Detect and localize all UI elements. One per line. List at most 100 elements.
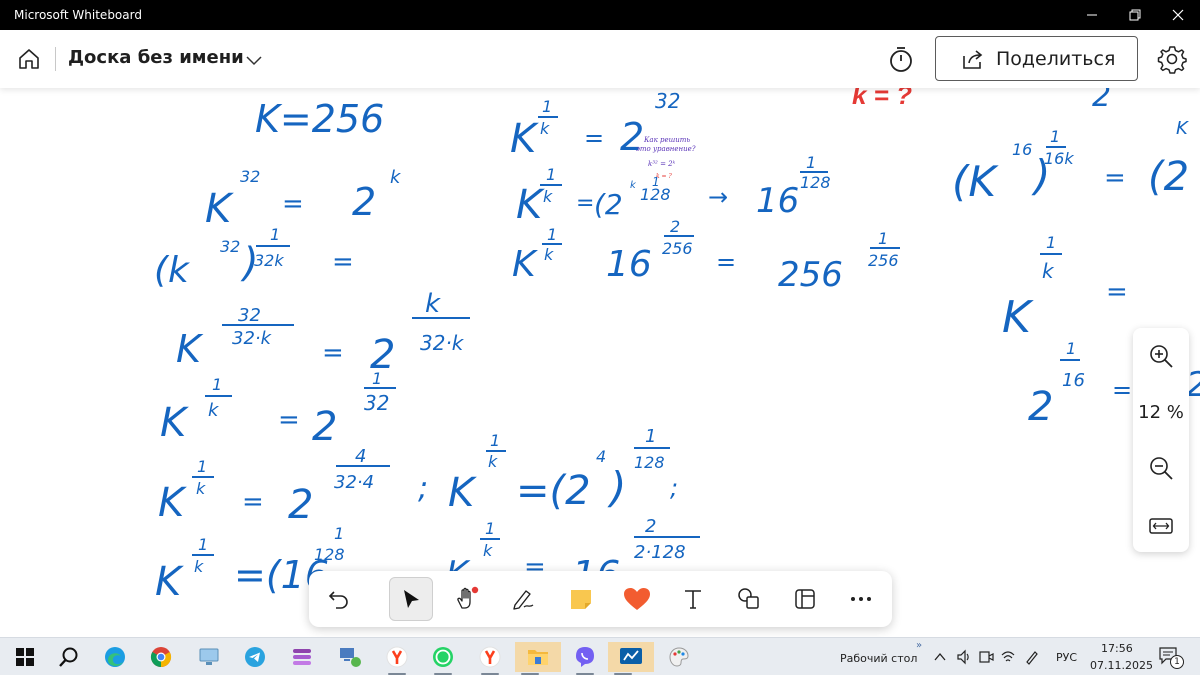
- ink-mid3-den3: 256: [868, 251, 899, 270]
- ink-row-k32-k: k: [390, 167, 402, 188]
- close-button[interactable]: [1156, 0, 1200, 30]
- ink-right3-eq: =: [1112, 376, 1132, 404]
- settings-gear-icon[interactable]: [1156, 43, 1188, 75]
- ink-row-paren-eq: =: [332, 247, 354, 277]
- ink-right-num: 1: [1050, 127, 1060, 146]
- zoom-in-icon[interactable]: [1147, 342, 1175, 370]
- pen-tool[interactable]: [501, 577, 545, 621]
- shapes-tool[interactable]: [727, 577, 771, 621]
- ink-right3-num: 1: [1066, 339, 1076, 358]
- ink-row-frac-den2: 32·k: [420, 331, 465, 355]
- notification-button[interactable]: 1: [1158, 646, 1184, 672]
- taskbar-yandex-2[interactable]: [475, 642, 505, 675]
- meet-now-icon[interactable]: [978, 649, 994, 665]
- language-indicator[interactable]: РУС: [1056, 651, 1077, 664]
- notification-count: 1: [1170, 655, 1184, 669]
- reactions-tool[interactable]: [615, 577, 659, 621]
- chrome-browser-icon: [150, 647, 172, 668]
- ink-right-den: 16k: [1044, 149, 1074, 168]
- wifi-icon[interactable]: [1000, 649, 1016, 665]
- ink-row-4-close: ): [607, 463, 626, 512]
- sticky-note-question[interactable]: Как решить это уравнение? k³² = 2ᵏ k = ?: [636, 136, 696, 180]
- share-button[interactable]: Поделиться: [935, 36, 1138, 81]
- ink-mid2-paren: (2: [594, 188, 623, 221]
- ink-row-paren-base: (k: [154, 250, 191, 291]
- ink-mid-top-den: k: [540, 119, 550, 138]
- whiteboard-app: Microsoft Whiteboard Доска без имени Под…: [0, 0, 1200, 675]
- taskbar-stack-app[interactable]: [287, 642, 317, 672]
- taskbar-yandex[interactable]: [382, 642, 412, 675]
- start-button[interactable]: [10, 642, 40, 672]
- edge-browser-icon: [105, 647, 125, 667]
- more-tools-button[interactable]: [839, 577, 883, 621]
- search-icon: [59, 647, 78, 667]
- sticky-note-tool[interactable]: [559, 577, 603, 621]
- ink-right-base: (K: [952, 157, 999, 206]
- taskbar-file-explorer[interactable]: [515, 642, 561, 675]
- clock-date[interactable]: 07.11.2025: [1090, 659, 1153, 672]
- ink-layer: 32 k = ? 2 K=256 K 32 = 2 k (k 32 ) 1 32…: [154, 88, 1200, 605]
- ink-row-4-k2: K: [448, 470, 477, 516]
- ink-mid2-den2: 128: [640, 185, 671, 204]
- ink-right-two: (2: [1148, 154, 1189, 200]
- ink-row-4-two: 2: [288, 482, 313, 528]
- ink-row-k32-exp: 32: [240, 167, 260, 186]
- text-tool[interactable]: [671, 577, 715, 621]
- ink-mid3-num3: 1: [878, 229, 888, 248]
- chevron-down-icon[interactable]: [244, 50, 264, 70]
- desktop-label[interactable]: Рабочий стол: [840, 652, 917, 665]
- yandex-browser-icon: [386, 646, 408, 668]
- ink-row-16-den2: 128: [314, 545, 345, 564]
- ink-row-4-den3: k: [488, 452, 498, 471]
- ink-right-eq: =: [1104, 163, 1126, 193]
- zoom-out-icon[interactable]: [1147, 454, 1175, 482]
- ink-row-bottom-den: k: [483, 541, 493, 560]
- taskbar-telegram[interactable]: [240, 642, 270, 672]
- templates-tool[interactable]: [783, 577, 827, 621]
- taskbar-network-app[interactable]: [335, 642, 365, 672]
- minimize-button[interactable]: [1070, 0, 1114, 30]
- search-button[interactable]: [54, 642, 84, 672]
- home-icon: [19, 49, 39, 69]
- board-title[interactable]: Доска без имени: [68, 47, 244, 68]
- pen-input-icon[interactable]: [1024, 649, 1040, 665]
- clock-time[interactable]: 17:56: [1101, 642, 1133, 655]
- double-chevron-icon[interactable]: »: [916, 640, 922, 651]
- pan-tool[interactable]: [445, 577, 489, 621]
- ink-row-4-base: K: [158, 480, 187, 526]
- ink-row-4-num3: 1: [490, 431, 500, 450]
- ink-row-frac-den: 32·k: [232, 328, 273, 349]
- taskbar-viber[interactable]: [570, 642, 600, 675]
- minimize-icon: [1087, 14, 1097, 16]
- taskbar-whiteboard[interactable]: [608, 642, 654, 675]
- telegram-icon: [245, 647, 265, 667]
- ink-row-1k-num2: 1: [372, 369, 382, 388]
- share-label: Поделиться: [996, 47, 1116, 70]
- ink-row-k32-two: 2: [352, 180, 376, 224]
- ink-row-1k-den2: 32: [364, 391, 389, 415]
- timer-icon[interactable]: [886, 44, 916, 74]
- taskbar-paint[interactable]: [664, 642, 694, 672]
- ink-row-16-num: 1: [198, 535, 208, 554]
- volume-icon[interactable]: [956, 649, 972, 665]
- taskbar-edge[interactable]: [100, 642, 130, 672]
- ink-right2-eq: =: [1106, 277, 1128, 307]
- ink-right3-two: 2: [1028, 384, 1053, 430]
- taskbar-remote-desktop[interactable]: [194, 642, 224, 672]
- ink-row-paren-den: 32k: [254, 251, 284, 270]
- remote-desktop-icon: [199, 648, 219, 665]
- ink-row-k32-eq: =: [282, 189, 304, 219]
- restore-button[interactable]: [1113, 0, 1157, 30]
- chevron-up-icon[interactable]: [934, 652, 946, 662]
- taskbar-whatsapp[interactable]: [428, 642, 458, 675]
- taskbar-chrome[interactable]: [146, 642, 176, 672]
- home-button[interactable]: [14, 44, 44, 74]
- whiteboard-canvas[interactable]: 32 k = ? 2 K=256 K 32 = 2 k (k 32 ) 1 32…: [0, 88, 1200, 637]
- windows-taskbar: Рабочий стол » РУС 17:56 07.11.2025 1: [0, 637, 1200, 675]
- fit-to-screen-icon[interactable]: [1147, 512, 1175, 540]
- template-icon: [795, 589, 815, 609]
- ink-row-paren-num: 1: [270, 225, 280, 244]
- undo-button[interactable]: [317, 577, 361, 621]
- text-t-icon: [685, 590, 701, 609]
- select-tool[interactable]: [389, 577, 433, 621]
